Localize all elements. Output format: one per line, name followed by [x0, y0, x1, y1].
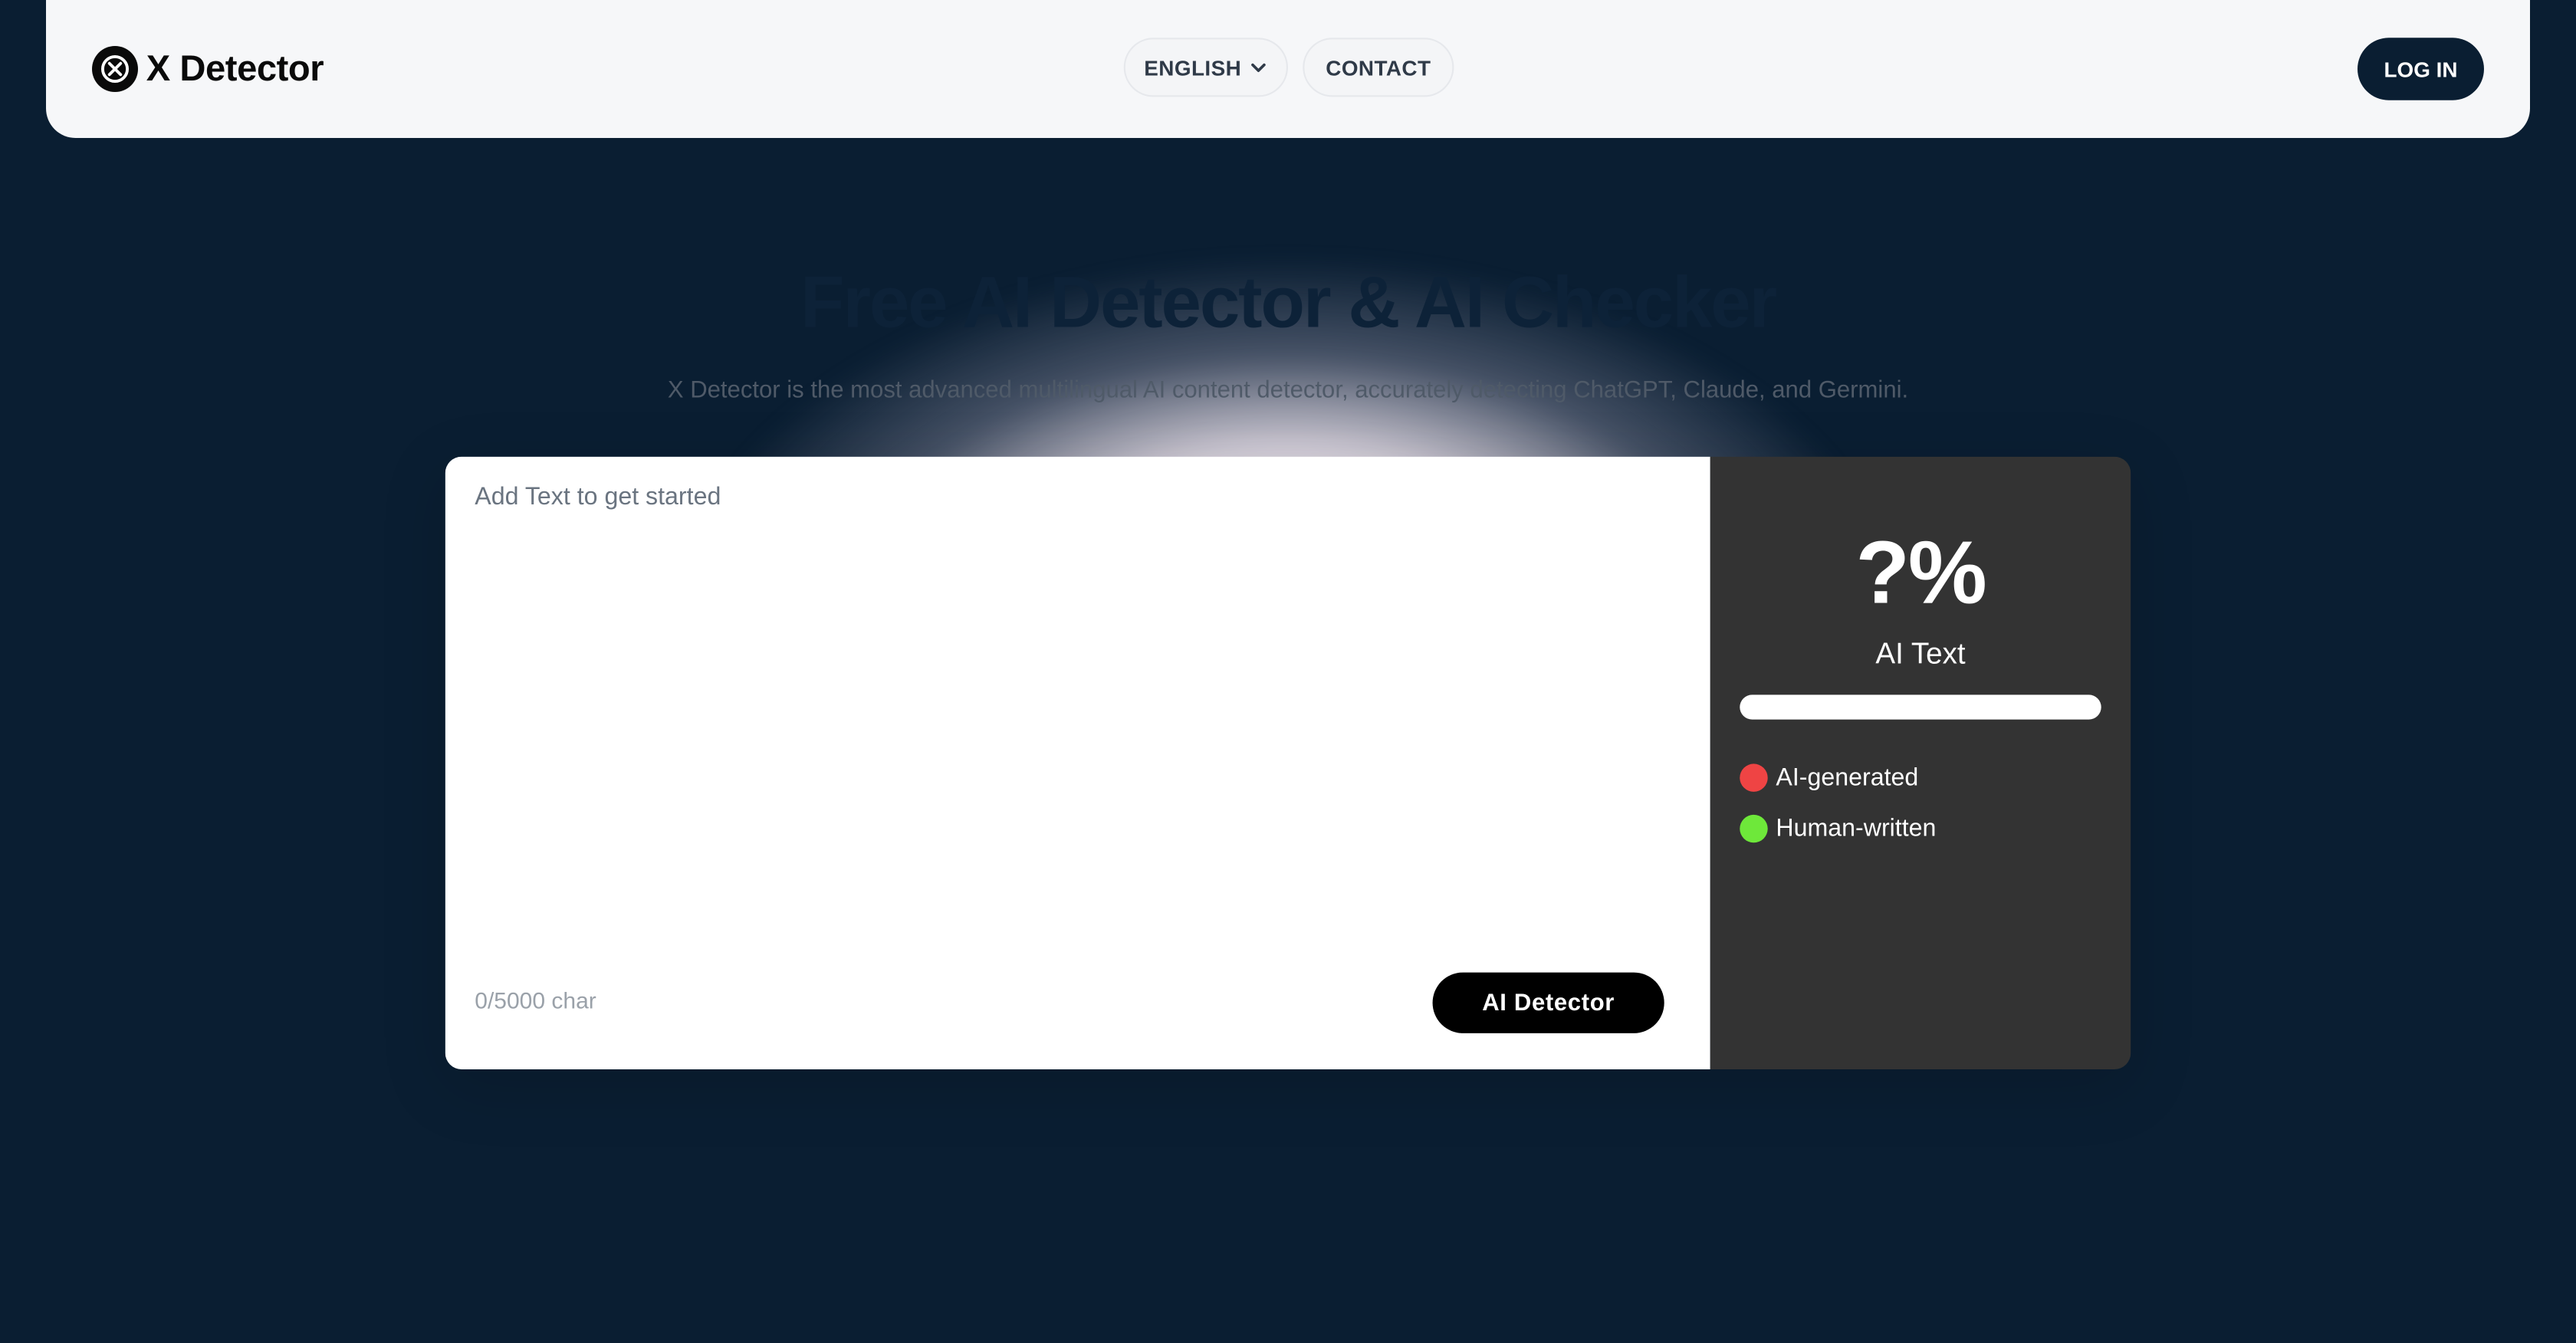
contact-link[interactable]: CONTACT — [1303, 38, 1454, 97]
ai-progress-bar — [1740, 694, 2101, 720]
top-header: X Detector ENGLISH CONTACT LOG IN — [46, 0, 2530, 138]
x-circle-icon — [92, 46, 138, 92]
ai-percent: ?% — [1855, 524, 1986, 623]
legend-ai-generated: AI-generated — [1740, 763, 1919, 792]
human-written-dot-icon — [1740, 814, 1768, 843]
text-editor-panel: 0/5000 char AI Detector — [445, 456, 1710, 1069]
text-input[interactable] — [475, 483, 1681, 943]
page-title: Free AI Detector & AI Checker — [800, 262, 1777, 343]
logo[interactable]: X Detector — [92, 46, 324, 92]
legend-ai-label: AI-generated — [1776, 763, 1919, 792]
detector-card: 0/5000 char AI Detector ?% AI Text AI-ge… — [445, 456, 2131, 1069]
language-label: ENGLISH — [1144, 54, 1242, 80]
ai-detector-button[interactable]: AI Detector — [1432, 972, 1664, 1033]
result-panel: ?% AI Text AI-generated Human-written — [1710, 456, 2131, 1069]
ai-percent-label: AI Text — [1875, 637, 1966, 671]
ai-generated-dot-icon — [1740, 763, 1768, 792]
logo-text: X Detector — [146, 48, 324, 89]
page-subtitle: X Detector is the most advanced multilin… — [667, 377, 1909, 405]
language-dropdown[interactable]: ENGLISH — [1123, 38, 1288, 97]
legend-human-label: Human-written — [1776, 814, 1937, 843]
char-counter: 0/5000 char — [475, 987, 596, 1014]
legend-human-written: Human-written — [1740, 814, 1937, 843]
chevron-down-icon — [1248, 57, 1268, 77]
login-button[interactable]: LOG IN — [2358, 38, 2484, 100]
page: X Detector ENGLISH CONTACT LOG IN Free A… — [0, 0, 2576, 1343]
